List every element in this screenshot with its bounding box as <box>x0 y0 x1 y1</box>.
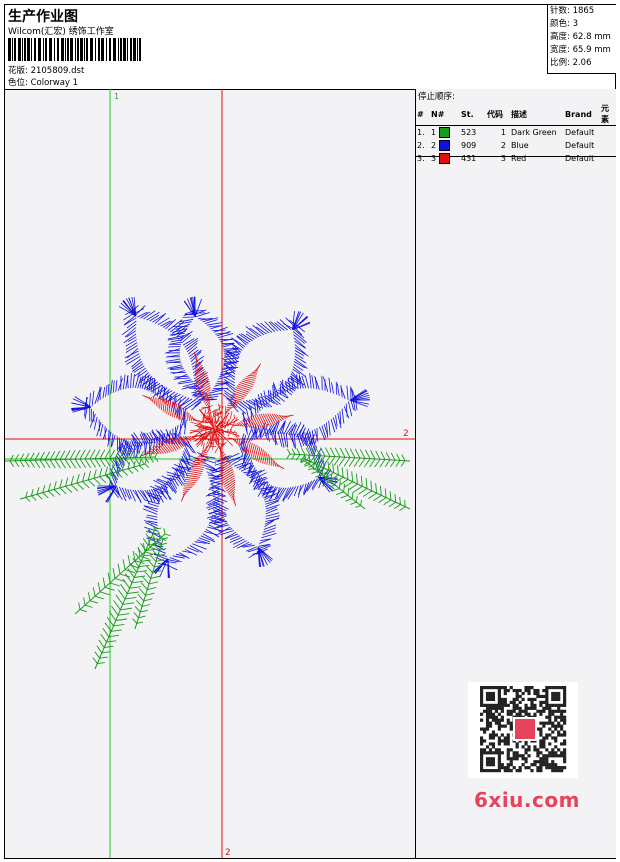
table-header-row: # N# St. 代码 描述 Brand 元素 <box>416 103 616 126</box>
col-stitches: St. <box>460 103 486 126</box>
stop-sequence-table-wrap: # N# St. 代码 描述 Brand 元素 1. 1 523 1 <box>416 103 616 157</box>
embroidery-preview: 1 2 2 <box>5 89 415 858</box>
row-desc: Blue <box>510 139 564 152</box>
table-row[interactable]: 3. 3 431 3 Red Default <box>416 152 616 165</box>
row-brand: Default <box>564 126 600 140</box>
col-code: 代码 <box>486 103 510 126</box>
row-brand: Default <box>564 152 600 165</box>
row-code: 1 <box>486 126 510 140</box>
row-element <box>600 139 616 152</box>
row-stitches: 431 <box>460 152 486 165</box>
sheet-title: 生产作业图 <box>8 6 78 26</box>
stop-sequence-table: # N# St. 代码 描述 Brand 元素 1. 1 523 1 <box>416 103 616 165</box>
barcode-icon <box>8 38 144 61</box>
stat-width: 宽度: 65.9 mm <box>548 44 616 57</box>
colorway-label: 色位: Colorway 1 <box>8 76 78 88</box>
row-index: 1. <box>416 126 430 140</box>
design-canvas[interactable]: 1 2 2 <box>5 89 415 858</box>
row-desc: Dark Green <box>510 126 564 140</box>
col-brand: Brand <box>564 103 600 126</box>
row-stitches: 909 <box>460 139 486 152</box>
watermark-logo: 6xiu.com <box>474 788 580 812</box>
row-index: 3. <box>416 152 430 165</box>
row-brand: Default <box>564 139 600 152</box>
color-swatch <box>439 153 450 164</box>
guide-green-label: 1 <box>114 92 119 101</box>
design-file-label: 花版: 2105809.dst <box>8 64 84 76</box>
col-needle: N# <box>430 103 460 126</box>
col-element: 元素 <box>600 103 616 126</box>
stat-stitches: 针数: 1865 <box>548 5 616 18</box>
color-swatch <box>439 140 450 151</box>
row-element <box>600 126 616 140</box>
row-needle: 2 <box>430 139 460 152</box>
color-swatch <box>439 127 450 138</box>
row-stitches: 523 <box>460 126 486 140</box>
row-desc: Red <box>510 152 564 165</box>
sheet-header: 生产作业图 Wilcom(汇宏) 绣饰工作室 花版: 2105809.dst 色… <box>5 5 615 90</box>
row-needle: 1 <box>430 126 460 140</box>
col-desc: 描述 <box>510 103 564 126</box>
qr-code-icon <box>468 682 578 778</box>
stop-sequence-title: 停止顺序: <box>416 89 616 103</box>
table-row[interactable]: 2. 2 909 2 Blue Default <box>416 139 616 152</box>
stat-height: 高度: 62.8 mm <box>548 31 616 44</box>
stat-scale: 比例: 2.06 <box>548 57 616 70</box>
row-element <box>600 152 616 165</box>
flower-embroidery <box>5 297 410 669</box>
sheet-subtitle: Wilcom(汇宏) 绣饰工作室 <box>8 24 114 37</box>
row-index: 2. <box>416 139 430 152</box>
table-row[interactable]: 1. 1 523 1 Dark Green Default <box>416 126 616 140</box>
stats-box: 针数: 1865 颜色: 3 高度: 62.8 mm 宽度: 65.9 mm 比… <box>547 5 616 74</box>
guide-red-label-bottom: 2 <box>225 848 231 858</box>
row-needle: 3 <box>430 152 460 165</box>
row-code: 2 <box>486 139 510 152</box>
col-index: # <box>416 103 430 126</box>
guide-red-label-right: 2 <box>403 429 409 439</box>
row-code: 3 <box>486 152 510 165</box>
stat-colors: 颜色: 3 <box>548 18 616 31</box>
